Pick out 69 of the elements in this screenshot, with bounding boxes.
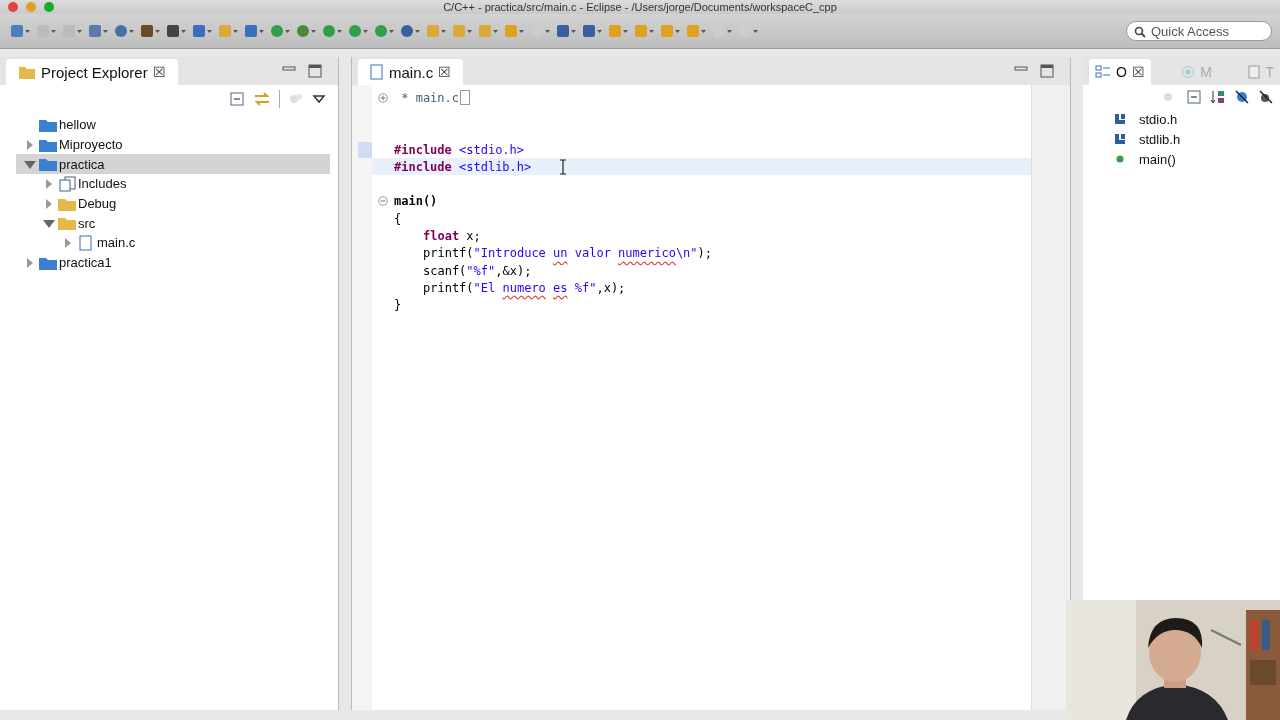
tree-item[interactable]: src [78, 215, 96, 231]
text-cursor-icon [559, 158, 568, 175]
editor-tab[interactable]: main.c ☒ [358, 59, 464, 85]
toolbar-icon[interactable] [8, 22, 30, 40]
window-close-button[interactable] [8, 2, 18, 12]
tree-item[interactable]: Includes [78, 176, 127, 192]
view-menu-icon[interactable] [312, 92, 326, 106]
close-icon[interactable]: ☒ [152, 64, 166, 80]
toolbar-icon[interactable] [190, 22, 212, 40]
code-line: printf("El numero es %f",x); [422, 280, 626, 295]
sort-icon[interactable] [1210, 89, 1226, 105]
code-line: #include <stdio.h> [394, 142, 525, 157]
panel-title: Project Explorer [41, 63, 148, 81]
code-line: float x; [422, 229, 481, 243]
expanded-arrow-icon[interactable] [43, 217, 55, 230]
window-title: C/C++ - practica/src/main.c - Eclipse - /Users/jorge/Documents/workspaceC_cpp [443, 0, 837, 14]
outline-item[interactable]: main() [1139, 151, 1176, 167]
code-line: main() [394, 194, 438, 209]
hide-static-icon[interactable] [1258, 89, 1274, 105]
toolbar-icon[interactable] [164, 22, 186, 40]
tree-item[interactable]: Debug [78, 196, 117, 212]
include-icon [1113, 112, 1127, 126]
tree-item[interactable]: hellow [59, 117, 96, 133]
outline-item[interactable]: stdio.h [1139, 111, 1178, 127]
close-icon[interactable]: ☒ [438, 64, 452, 80]
expanded-arrow-icon[interactable] [24, 158, 36, 171]
code-line: } [394, 298, 402, 313]
toolbar-icon[interactable] [86, 22, 108, 40]
expand-fold-icon[interactable] [378, 92, 388, 103]
toolbar-icon[interactable] [242, 22, 264, 40]
toolbar-icon[interactable] [112, 22, 134, 40]
folder-icon [18, 64, 36, 80]
code-line: { [394, 211, 402, 226]
close-icon[interactable]: ☒ [1131, 64, 1145, 80]
collapse-all-icon[interactable] [1186, 89, 1202, 105]
maximize-icon[interactable] [308, 64, 322, 78]
folder-icon [57, 215, 77, 232]
include-icon [1113, 132, 1127, 146]
folder-icon [38, 156, 58, 173]
outline-item[interactable]: stdlib.h [1139, 131, 1181, 147]
code-line: #include <stdlib.h> [394, 159, 532, 174]
tree-item[interactable]: practica [59, 156, 105, 172]
view-tab[interactable]: O ☒ [1089, 59, 1151, 85]
folded-code-marker[interactable] [460, 90, 471, 106]
c-file-icon [370, 64, 384, 80]
window-zoom-button[interactable] [44, 2, 54, 12]
document-icon [1248, 65, 1261, 79]
toolbar-icon[interactable] [294, 22, 316, 40]
hide-fields-icon[interactable] [1234, 89, 1250, 105]
tree-item[interactable]: practica1 [59, 255, 112, 271]
maximize-icon[interactable] [1040, 64, 1054, 78]
toolbar-icon[interactable] [554, 22, 576, 40]
collapse-all-icon[interactable] [229, 91, 245, 107]
toolbar-icon[interactable] [398, 22, 420, 40]
collapse-fold-icon[interactable] [378, 196, 388, 207]
code-line: scanf("%f",&x); [422, 263, 532, 278]
link-arrows-icon[interactable] [253, 91, 271, 107]
code-line: printf("Introduce un valor numerico\n"); [422, 246, 713, 261]
tree-item[interactable]: Miproyecto [59, 137, 123, 153]
quick-access-field[interactable]: Quick Access [1126, 21, 1272, 41]
includes-icon [57, 175, 77, 192]
toolbar-icon[interactable] [138, 22, 160, 40]
toolbar-icon[interactable] [580, 22, 602, 40]
outline-icon [1095, 65, 1111, 79]
window-minimize-button[interactable] [26, 2, 36, 12]
search-icon [1134, 26, 1146, 38]
code-line: * main.c [400, 90, 460, 105]
target-icon [1181, 65, 1196, 79]
tree-item[interactable]: main.c [97, 235, 136, 251]
